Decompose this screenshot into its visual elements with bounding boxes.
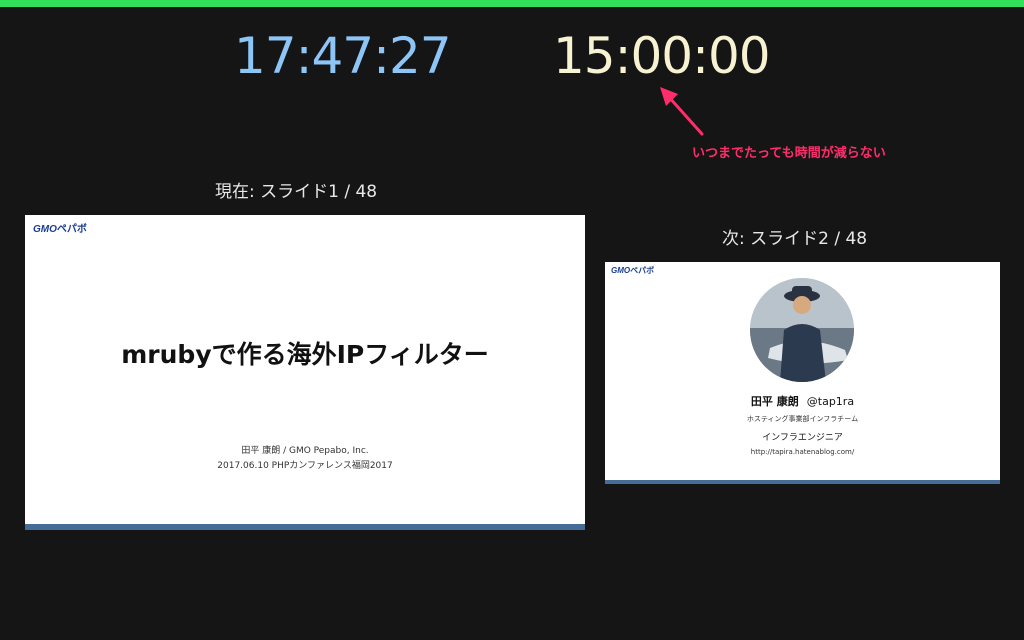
slide-title: mrubyで作る海外IPフィルター [121,340,489,369]
logo-pepabo-text: ペパボ [56,224,87,235]
next-slide-preview[interactable]: GMOペパボ 田平 康朗 @tap1ra ホスティング事業部インフラチーム インフ… [605,262,1000,484]
profile-handle: @tap1ra [806,395,855,408]
profile-name: 田平 康朗 @tap1ra [605,393,1000,409]
profile-department: ホスティング事業部インフラチーム [746,415,859,423]
slide-bottom-band [25,524,585,530]
top-status-bar [0,0,1024,7]
logo-gmo-text: GMO [33,224,57,235]
profile-photo [750,278,854,382]
slide-author: 田平 康朗 / GMO Pepabo, Inc. [241,446,369,456]
current-slide-label: 現在: スライド1 / 48 [215,182,378,202]
logo-pepabo-text: ペパボ [630,266,655,275]
annotation-note: いつまでたっても時間が減らない [692,146,886,161]
gmo-pepabo-logo: GMOペパボ [611,265,654,276]
profile-url: http://tapira.hatenablog.com/ [750,448,855,456]
profile-fullname: 田平 康朗 [750,395,799,408]
current-slide-preview[interactable]: GMOペパボ mrubyで作る海外IPフィルター 田平 康朗 / GMO Pep… [25,215,585,530]
elapsed-time-timer[interactable]: 15:00:00 [553,28,771,84]
gmo-pepabo-logo: GMOペパボ [33,220,87,235]
next-slide-label: 次: スライド2 / 48 [722,229,868,249]
profile-role: インフラエンジニア [762,433,843,443]
slide-bottom-band [605,480,1000,484]
slide-event: 2017.06.10 PHPカンファレンス福岡2017 [217,461,393,471]
logo-gmo-text: GMO [611,266,631,275]
current-time-clock: 17:47:27 [234,27,452,85]
profile-photo-illustration [750,278,854,382]
annotation-arrow-icon [660,87,704,136]
